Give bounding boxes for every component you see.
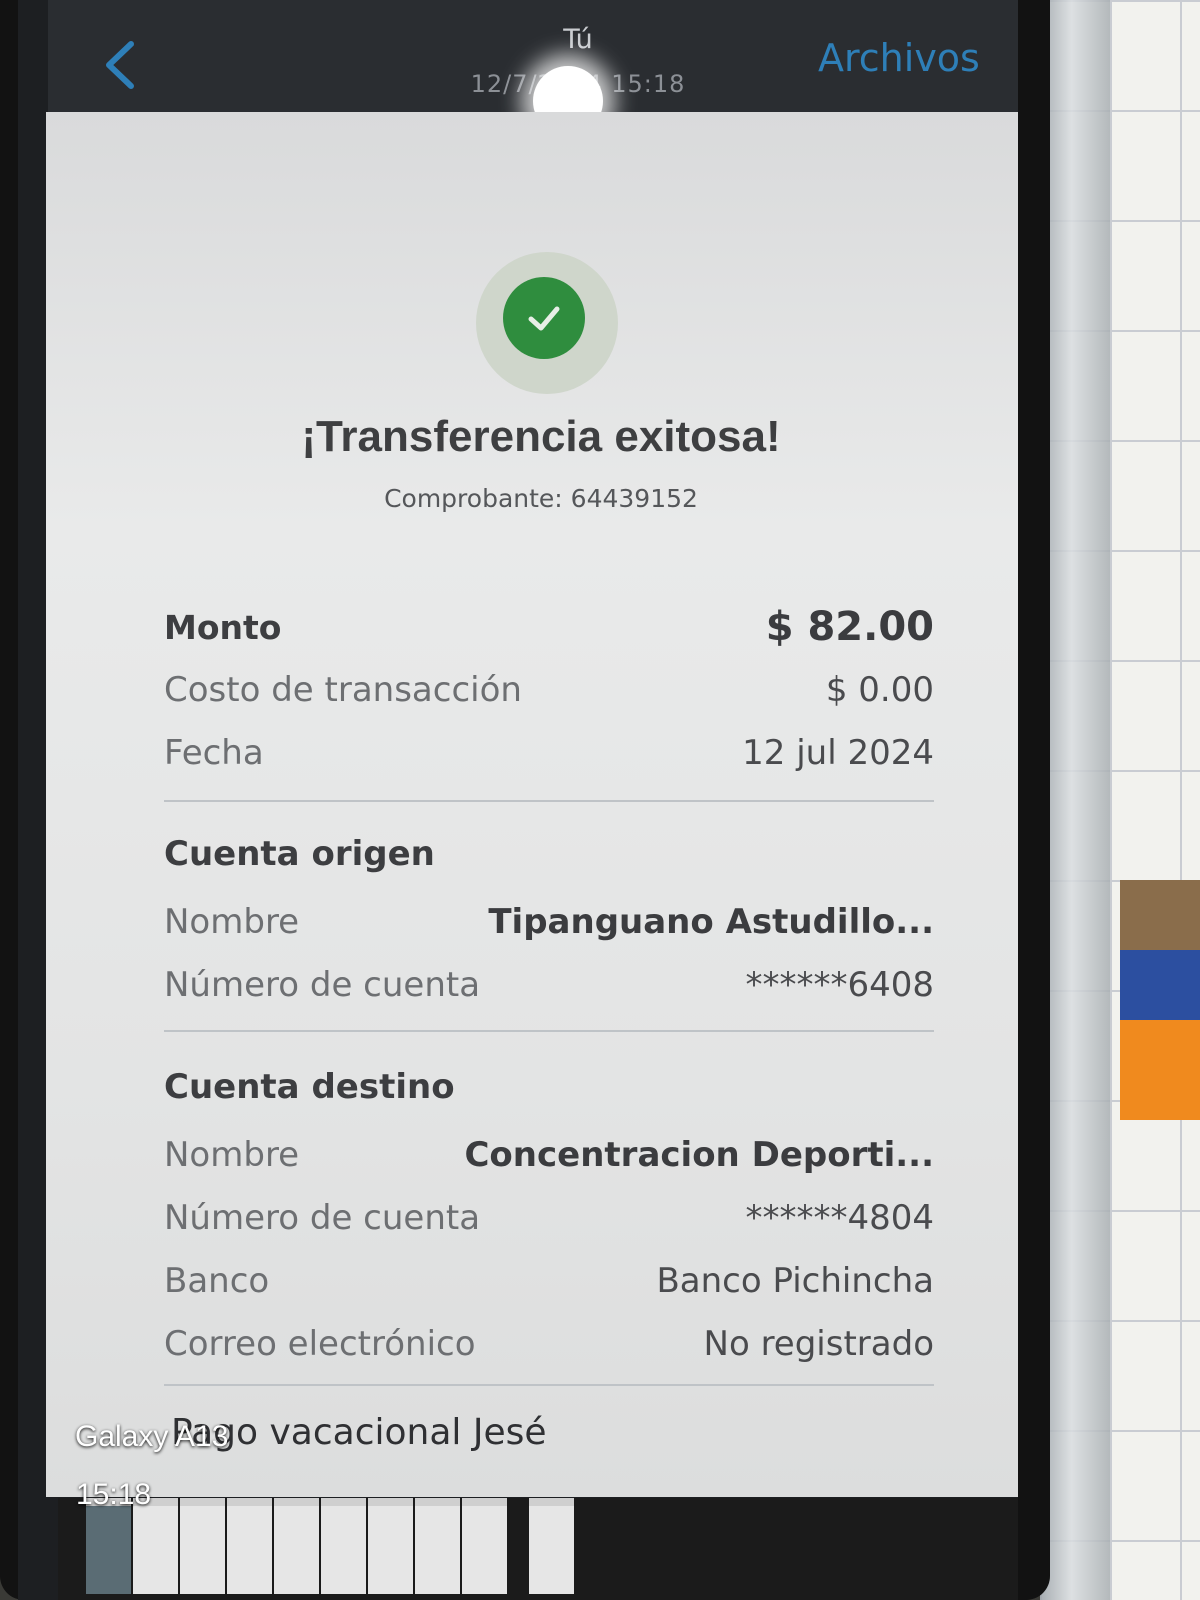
date-row: Fecha 12 jul 2024 [164,728,934,778]
destination-account-row: Número de cuenta ******4804 [164,1193,934,1243]
thumbnail-strip [58,1498,1018,1600]
fee-row: Costo de transacción $ 0.00 [164,665,934,715]
destination-email-label: Correo electrónico [164,1324,476,1364]
origin-name-row: Nombre Tipanguano Astudillo... [164,897,934,947]
destination-account-title: Cuenta destino [164,1067,455,1107]
divider [164,1384,934,1386]
divider [164,800,934,802]
voucher-number: Comprobante: 64439152 [384,484,698,513]
origin-name-label: Nombre [164,902,300,942]
destination-account-value: ******4804 [745,1198,934,1238]
destination-bank-value: Banco Pichincha [656,1261,934,1301]
checkmark-icon [528,306,560,331]
back-arrow-icon[interactable] [103,40,137,90]
destination-email-value: No registrado [703,1324,934,1364]
origin-account-label: Número de cuenta [164,965,481,1005]
thumbnail[interactable] [227,1498,272,1594]
thumbnail[interactable] [462,1498,507,1594]
thumbnail[interactable] [133,1498,178,1594]
phone-case-edge [1040,0,1110,1600]
orange-object [1120,1020,1200,1120]
destination-name-label: Nombre [164,1135,300,1175]
destination-bank-row: Banco Banco Pichincha [164,1256,934,1306]
success-badge [476,252,618,394]
camera-model-watermark: Galaxy A13 [75,1420,229,1453]
cork-board [1120,880,1200,950]
phone-body: Tú 12/7/2024 15:18 Archivos ¡Transferenc… [0,0,1050,1600]
thumbnail[interactable] [368,1498,413,1594]
thumbnail[interactable] [415,1498,460,1594]
origin-account-title: Cuenta origen [164,834,435,874]
check-circle [503,277,585,359]
divider [164,1030,934,1032]
thumbnail-selected[interactable] [529,1498,574,1594]
thumbnail[interactable] [274,1498,319,1594]
fee-label: Costo de transacción [164,670,522,710]
destination-name-row: Nombre Concentracion Deporti... [164,1130,934,1180]
destination-account-label: Número de cuenta [164,1198,481,1238]
amount-value: $ 82.00 [765,604,934,650]
date-label: Fecha [164,733,264,773]
amount-row: Monto $ 82.00 [164,602,934,652]
thumbnail[interactable] [321,1498,366,1594]
destination-name-value: Concentracion Deporti... [464,1135,934,1175]
fee-value: $ 0.00 [825,670,934,710]
blue-object [1120,950,1200,1030]
files-button[interactable]: Archivos [818,36,980,80]
camera-time-watermark: 15:18 [76,1478,152,1511]
amount-label: Monto [164,607,282,647]
date-value: 12 jul 2024 [742,733,934,773]
success-title: ¡Transferencia exitosa! [301,412,781,461]
origin-name-value: Tipanguano Astudillo... [488,902,934,942]
origin-account-value: ******6408 [745,965,934,1005]
origin-account-row: Número de cuenta ******6408 [164,960,934,1010]
thumbnail[interactable] [180,1498,225,1594]
phone-screen: Tú 12/7/2024 15:18 Archivos ¡Transferenc… [18,0,1018,1600]
transfer-receipt-image: ¡Transferencia exitosa! Comprobante: 644… [46,112,1018,1497]
destination-bank-label: Banco [164,1261,270,1301]
thumbnail[interactable] [86,1498,131,1594]
sender-name: Tú [563,24,593,55]
destination-email-row: Correo electrónico No registrado [164,1319,934,1369]
